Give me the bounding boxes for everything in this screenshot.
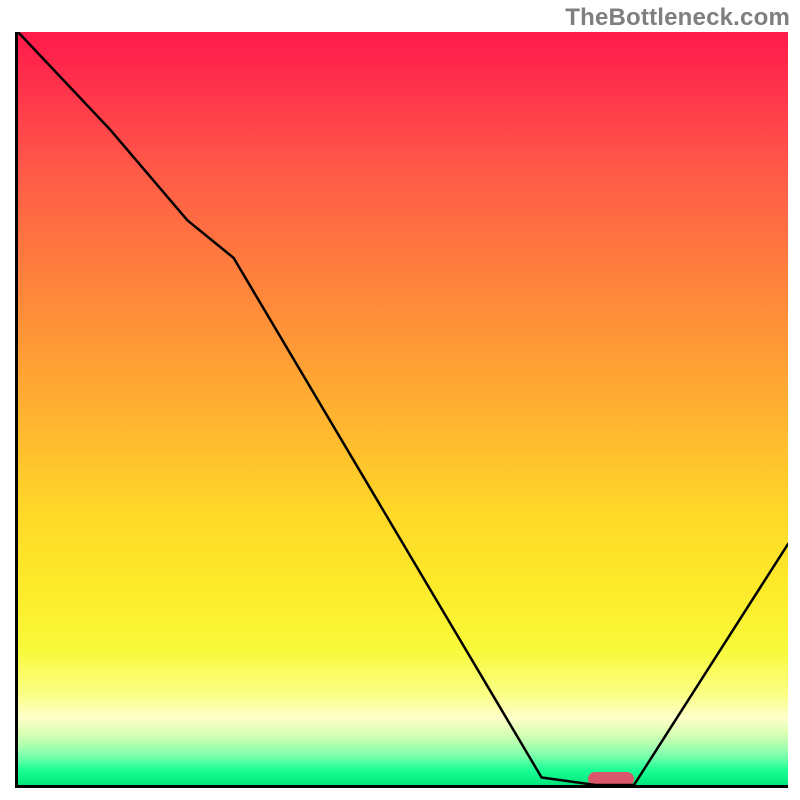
bottleneck-curve bbox=[18, 32, 788, 785]
watermark-text: TheBottleneck.com bbox=[565, 4, 790, 32]
plot-area bbox=[15, 32, 788, 788]
curve-path bbox=[18, 32, 788, 785]
chart-container: TheBottleneck.com bbox=[0, 0, 800, 800]
